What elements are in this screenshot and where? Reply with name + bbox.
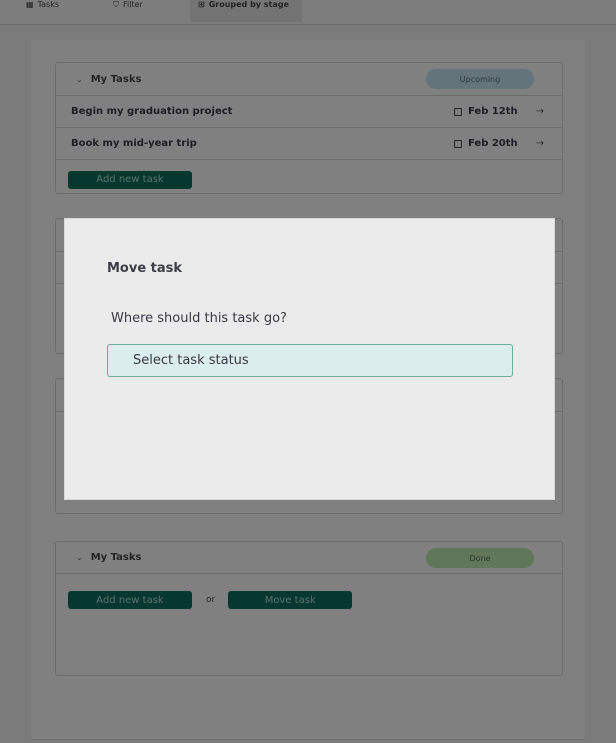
task-status-select[interactable]: Select task status <box>107 344 513 377</box>
dialog-question: Where should this task go? <box>111 311 287 326</box>
move-task-dialog: Move task Where should this task go? Sel… <box>64 218 555 500</box>
dialog-title: Move task <box>107 261 183 276</box>
